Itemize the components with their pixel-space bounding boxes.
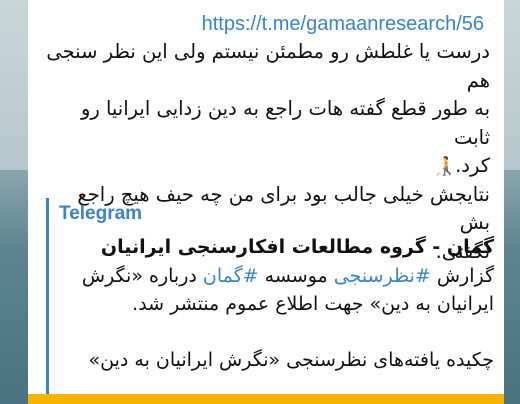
message-line: درست یا غلطش رو مطمئن نیستم ولی این نظر … [46,40,490,92]
message-link[interactable]: https://t.me/gamaanresearch/56 [46,12,484,36]
preview-title: گمان - گروه مطالعات افکارسنجی ایرانیان [100,236,494,258]
preview-summary: چکیده یافته‌های نظرسنجی «نگرش ایرانیان ب… [88,349,495,371]
link-preview[interactable]: Telegram گمان - گروه مطالعات افکارسنجی ا… [46,198,494,404]
hashtag-link[interactable]: #گمان [203,265,259,287]
hashtag-link[interactable]: #نظرسنجی [334,265,431,287]
preview-description-line: ایرانیان به دین» جهت اطلاع عموم منتشر شد… [132,293,494,315]
preview-description: گزارش #نظرسنجی موسسه #گمان درباره «نگرش [81,265,494,287]
preview-site-name: Telegram [59,203,143,224]
preview-image-strip [28,394,504,404]
message-bubble: https://t.me/gamaanresearch/56 درست یا غ… [28,0,504,404]
message-line: کرد.🧑‍🦯 [432,154,490,177]
walking-person-icon: 🧑‍🦯 [432,156,456,177]
message-line: به طور قطع گفته هات راجع به دین زدایی ای… [80,97,490,149]
